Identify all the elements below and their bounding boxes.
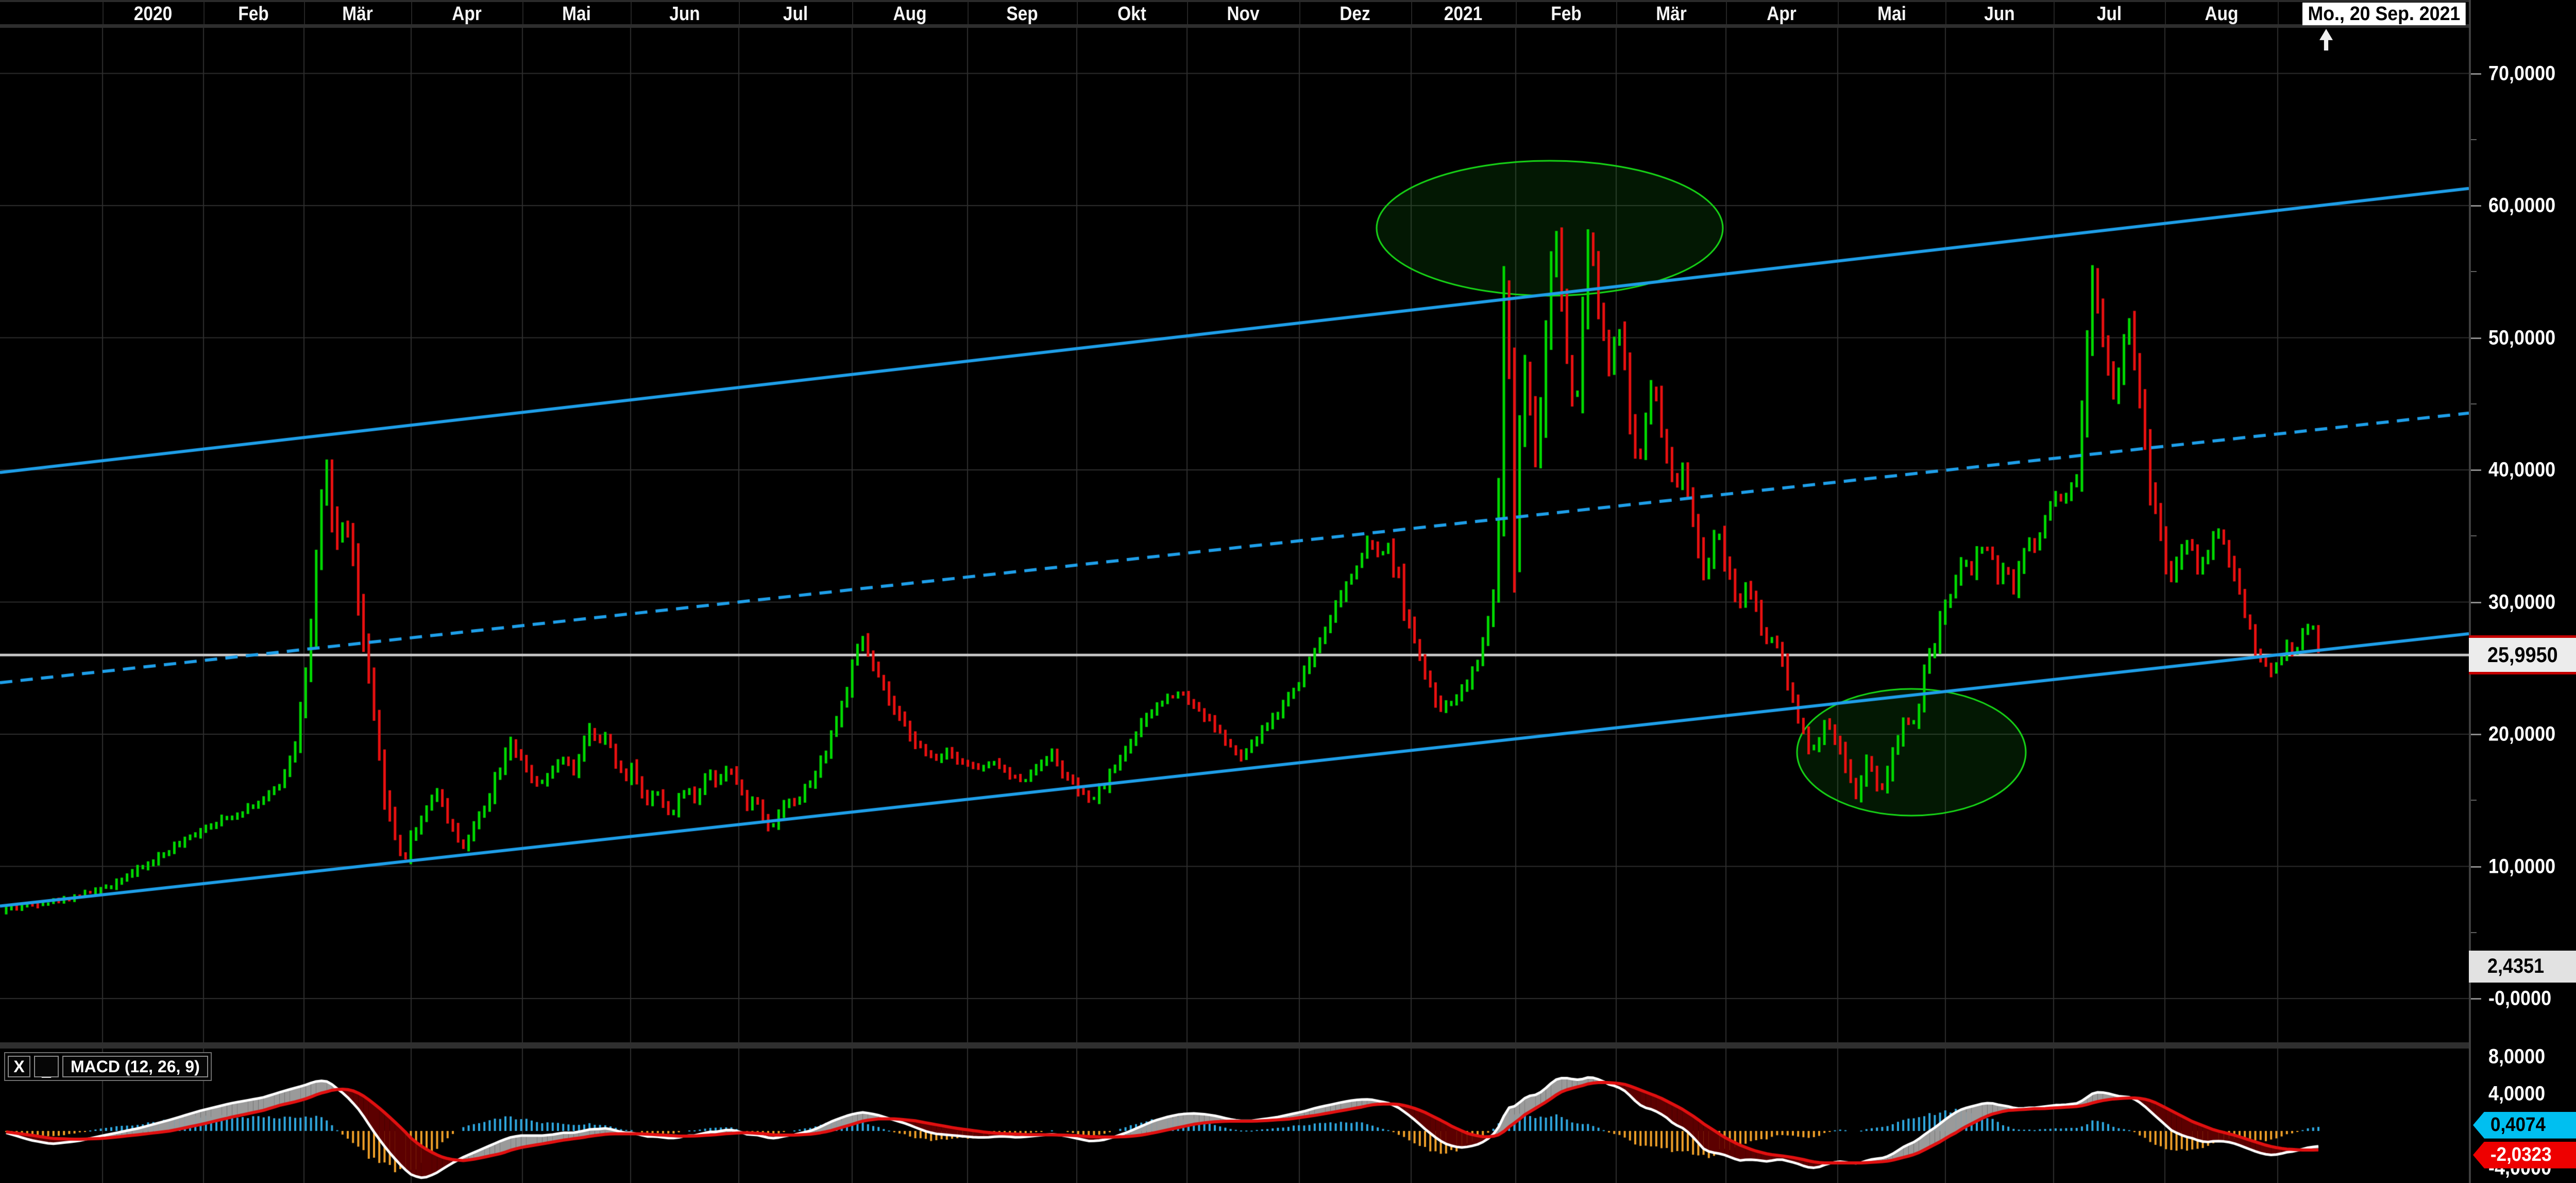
macd-chart-canvas[interactable] <box>0 1049 2469 1183</box>
secondary-value-label: 2,4351 <box>2487 955 2544 978</box>
price-axis[interactable]: 70,0000 60,0000 50,0000 40,0000 30,0000 20,00… <box>2469 0 2576 1183</box>
top-border <box>0 0 2576 2</box>
axis-gridline <box>739 2 740 24</box>
month-label-3: Apr <box>452 3 482 25</box>
month-label-8: Sep <box>1006 3 1038 25</box>
axis-gridline <box>631 2 632 24</box>
hover-date-box: Mo., 20 Sep. 2021 <box>2302 3 2466 25</box>
price-tick-10: 10,0000 <box>2488 855 2555 878</box>
price-tick-40: 40,0000 <box>2488 459 2555 482</box>
axis-gridline <box>204 2 205 24</box>
month-label-2: Mär <box>342 3 372 25</box>
price-tick-60: 60,0000 <box>2488 194 2555 217</box>
minimize-indicator-button[interactable]: _ <box>34 1056 59 1077</box>
minimize-icon: _ <box>42 1061 51 1080</box>
axis-gridline <box>304 2 305 24</box>
axis-gridline <box>2054 2 2055 24</box>
macd-histogram-value-flag: 0,4074 <box>2473 1112 2576 1139</box>
close-icon: X <box>13 1057 24 1076</box>
axis-gridline <box>968 2 969 24</box>
last-price-label: 25,9950 <box>2487 643 2558 667</box>
month-label-1: Feb <box>238 3 268 25</box>
macd-signal-value: -2,0323 <box>2490 1144 2552 1166</box>
month-label-4: Mai <box>562 3 591 25</box>
month-label-18: Jul <box>2097 3 2122 25</box>
month-label-0: 2020 <box>134 3 172 25</box>
axis-gridline <box>852 2 853 24</box>
macd-indicator-controls: X _ MACD (12, 26, 9) <box>4 1052 212 1081</box>
price-tick-30: 30,0000 <box>2488 590 2555 614</box>
axis-gridline <box>1187 2 1188 24</box>
panel-separator[interactable] <box>0 1042 2576 1049</box>
month-label-13: Feb <box>1551 3 1581 25</box>
axis-gridline <box>1516 2 1517 24</box>
axis-gridline <box>411 2 412 24</box>
macd-signal-value-flag: -2,0323 <box>2473 1142 2576 1169</box>
axis-gridline <box>1838 2 1839 24</box>
price-tick-0: -0,0000 <box>2488 987 2551 1010</box>
macd-tick-8: 8,0000 <box>2488 1045 2545 1069</box>
axis-gridline <box>2278 2 2279 24</box>
trading-chart-window: 2020 Feb Mär Apr Mai Jun Jul Aug Sep Okt Nov Dez 202… <box>0 0 2576 1183</box>
month-label-6: Jul <box>783 3 808 25</box>
axis-gridline <box>1726 2 1727 24</box>
macd-histogram-value: 0,4074 <box>2490 1114 2546 1136</box>
month-label-16: Mai <box>1877 3 1906 25</box>
macd-tick-4: 4,0000 <box>2488 1083 2545 1106</box>
macd-indicator-title[interactable]: MACD (12, 26, 9) <box>62 1056 208 1077</box>
month-label-14: Mär <box>1656 3 1686 25</box>
month-label-17: Jun <box>1984 3 2014 25</box>
axis-gridline <box>1299 2 1300 24</box>
price-chart-canvas[interactable] <box>0 27 2469 1042</box>
month-label-19: Aug <box>2205 3 2238 25</box>
month-label-15: Apr <box>1767 3 1797 25</box>
axis-gridline <box>1945 2 1946 24</box>
axis-gridline <box>2165 2 2166 24</box>
month-label-9: Okt <box>1117 3 1146 25</box>
axis-gridline <box>1411 2 1412 24</box>
close-indicator-button[interactable]: X <box>8 1056 30 1077</box>
axis-gridline <box>1077 2 1078 24</box>
secondary-value-box: 2,4351 <box>2469 951 2576 983</box>
month-label-10: Nov <box>1227 3 1259 25</box>
axis-separator-line <box>2469 0 2471 1183</box>
price-tick-50: 50,0000 <box>2488 326 2555 349</box>
time-axis-separator <box>0 24 2576 28</box>
month-label-5: Jun <box>669 3 700 25</box>
month-label-7: Aug <box>893 3 926 25</box>
macd-title-label: MACD (12, 26, 9) <box>71 1057 200 1076</box>
month-label-11: Dez <box>1340 3 1370 25</box>
price-tick-20: 20,0000 <box>2488 723 2555 746</box>
last-price-box: 25,9950 <box>2469 635 2576 674</box>
price-tick-70: 70,0000 <box>2488 62 2555 85</box>
axis-gridline <box>103 2 104 24</box>
axis-gridline <box>522 2 523 24</box>
time-axis[interactable]: 2020 Feb Mär Apr Mai Jun Jul Aug Sep Okt Nov Dez 202… <box>0 0 2576 27</box>
hover-date-label: Mo., 20 Sep. 2021 <box>2308 3 2460 25</box>
axis-gridline <box>1616 2 1617 24</box>
month-label-12: 2021 <box>1444 3 1482 25</box>
